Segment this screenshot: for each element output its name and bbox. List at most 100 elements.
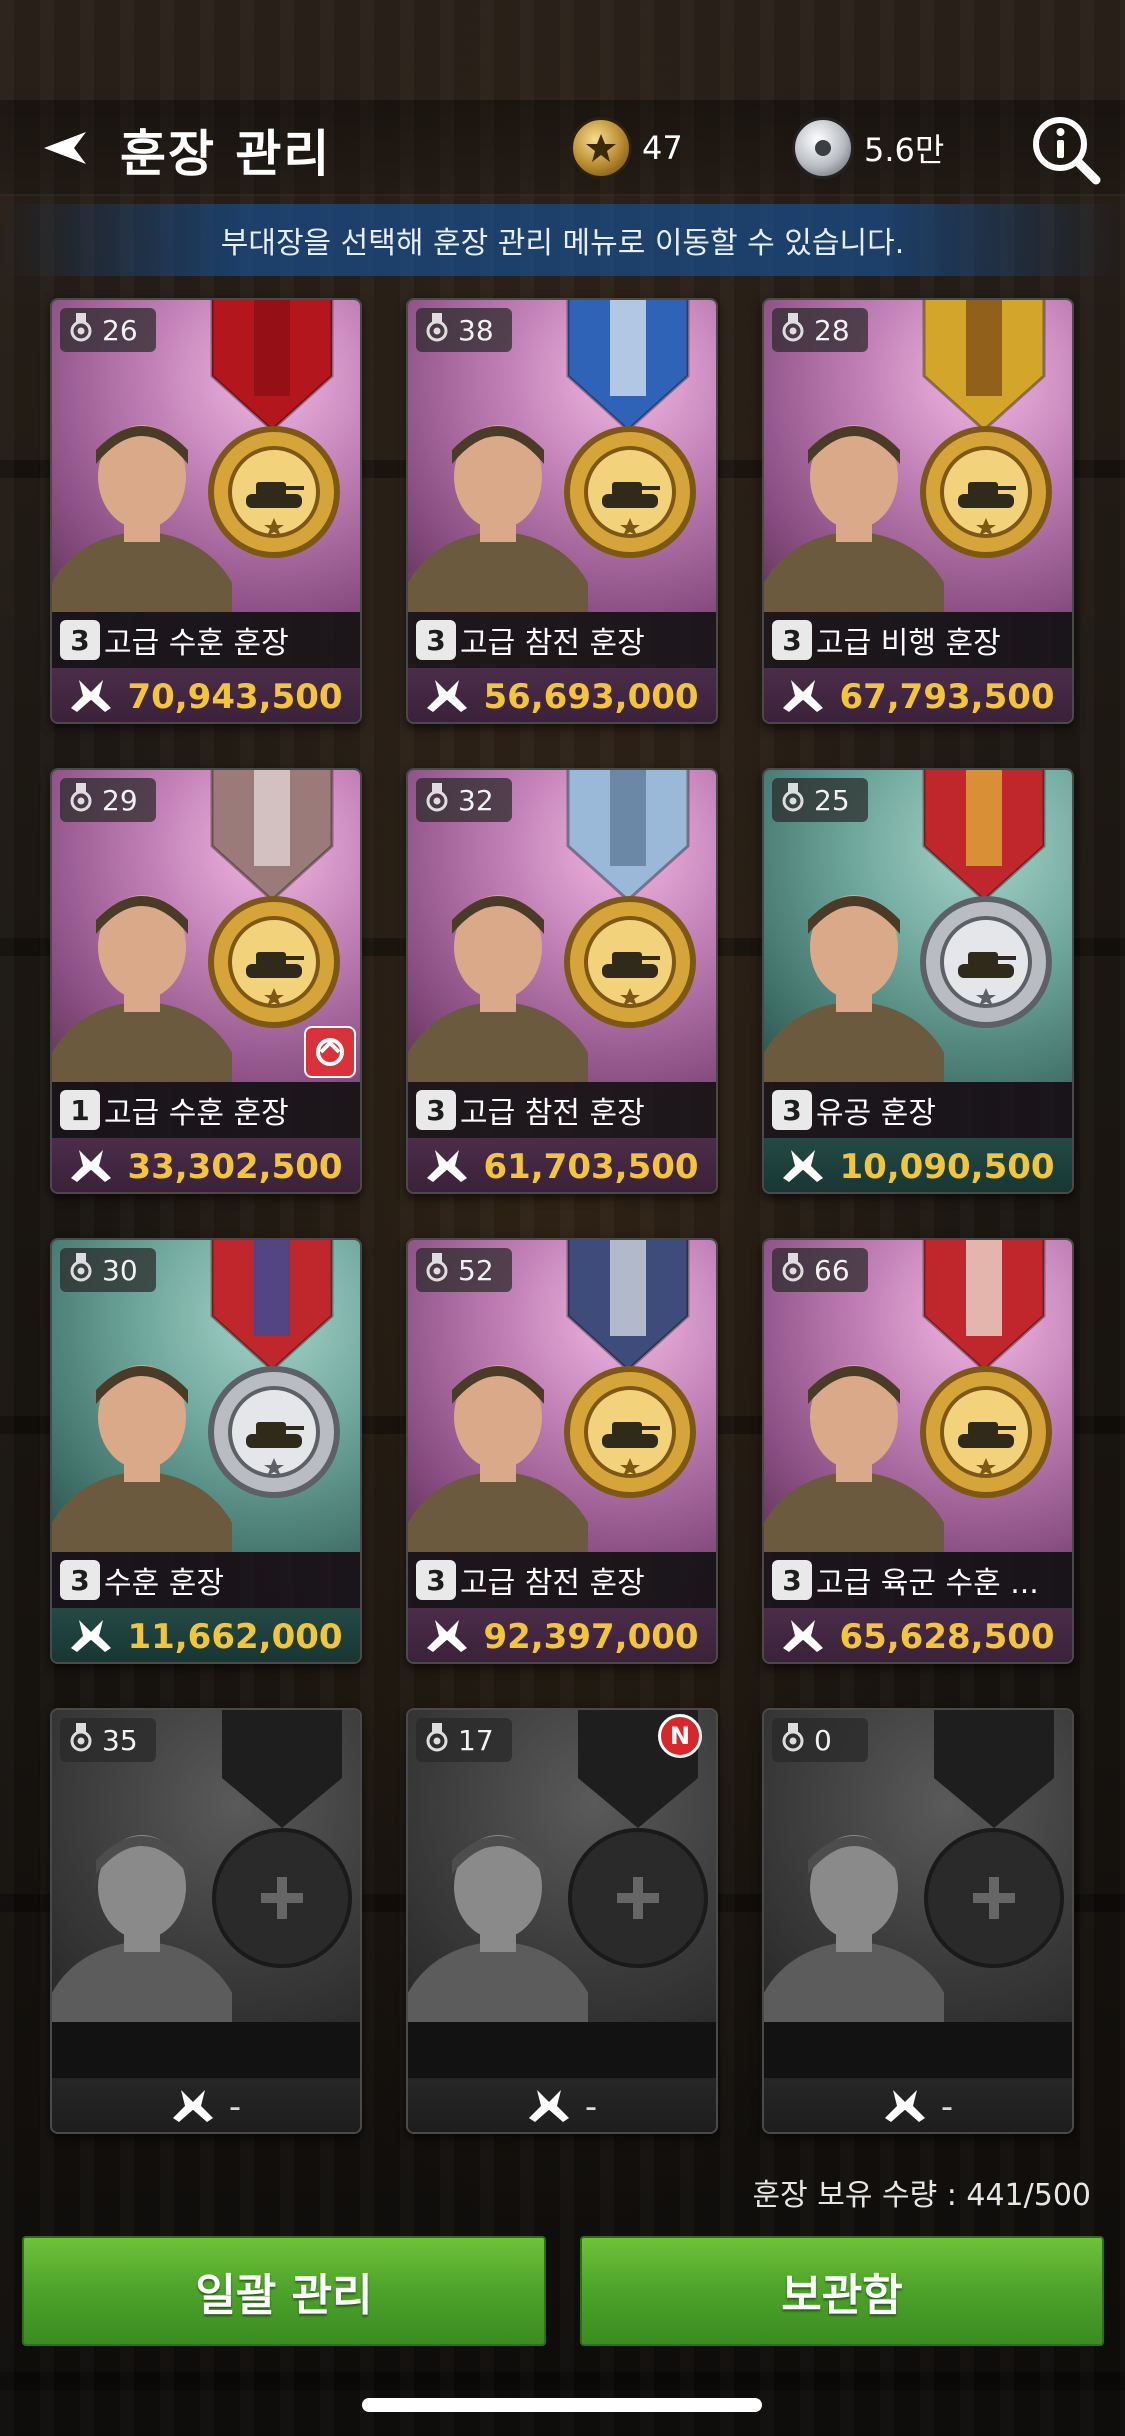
combat-power-bar: 61,703,500 bbox=[408, 1138, 716, 1192]
combat-power-bar: 56,693,000 bbox=[408, 668, 716, 722]
medal-art: 52 bbox=[408, 1240, 716, 1552]
medal-slot-icon bbox=[68, 1252, 94, 1289]
commander-level-badge: 30 bbox=[60, 1248, 156, 1292]
combat-power-bar: - bbox=[52, 2078, 360, 2132]
medal-slot-icon bbox=[68, 1722, 94, 1759]
hint-banner: 부대장을 선택해 훈장 관리 메뉴로 이동할 수 있습니다. bbox=[0, 204, 1125, 276]
commander-level: 26 bbox=[102, 313, 138, 347]
medal-art: 66 bbox=[764, 1240, 1072, 1552]
plus-icon bbox=[973, 1877, 1015, 1919]
combat-power-value: - bbox=[228, 2087, 242, 2127]
medal-name-bar: 3 고급 참전 훈장 bbox=[408, 1552, 716, 1608]
medal-emblem-icon bbox=[920, 426, 1052, 558]
commander-level: 32 bbox=[458, 783, 494, 817]
add-medal-button[interactable] bbox=[568, 1828, 708, 1968]
combat-power-value: 61,703,500 bbox=[483, 1147, 699, 1187]
medal-slot-icon bbox=[424, 1252, 450, 1289]
medal-card[interactable]: 26 3 고급 수훈 훈장 70,943,500 bbox=[50, 298, 362, 724]
combat-power-value: 11,662,000 bbox=[127, 1617, 343, 1657]
medal-art: 25 bbox=[764, 770, 1072, 1082]
commander-level: 17 bbox=[458, 1723, 494, 1757]
medal-card[interactable]: 25 3 유공 훈장 10,090,500 bbox=[762, 768, 1074, 1194]
medal-ribbon bbox=[566, 300, 690, 433]
combat-power-icon bbox=[883, 2088, 927, 2126]
empty-medal-slot-card[interactable]: 17 N - bbox=[406, 1708, 718, 2134]
medal-slot-icon bbox=[68, 782, 94, 819]
medal-card[interactable]: 29 1 고급 수훈 훈장 33,302,500 bbox=[50, 768, 362, 1194]
medal-count-label: 훈장 보유 수량 : 441/500 bbox=[752, 2178, 1091, 2213]
medal-grade-badge: 3 bbox=[416, 620, 456, 660]
medal-name-bar: 3 고급 참전 훈장 bbox=[408, 1082, 716, 1138]
medal-art: 17 N bbox=[408, 1710, 716, 2022]
add-medal-button[interactable] bbox=[924, 1828, 1064, 1968]
medal-name: 유공 훈장 bbox=[816, 1096, 936, 1131]
medal-ribbon bbox=[566, 1240, 690, 1373]
commander-level-badge: 26 bbox=[60, 308, 156, 352]
medal-art: 30 bbox=[52, 1240, 360, 1552]
medal-grade-badge: 3 bbox=[772, 1090, 812, 1130]
medal-name-bar: 3 수훈 훈장 bbox=[52, 1552, 360, 1608]
medal-card[interactable]: 28 3 고급 비행 훈장 67,793,500 bbox=[762, 298, 1074, 724]
bulk-manage-button[interactable]: 일괄 관리 bbox=[22, 2236, 546, 2346]
medal-slot-icon bbox=[780, 312, 806, 349]
empty-medal-slot-card[interactable]: 0 - bbox=[762, 1708, 1074, 2134]
medal-name: 고급 수훈 훈장 bbox=[104, 626, 289, 661]
combat-power-icon bbox=[69, 678, 113, 716]
commander-level-badge: 35 bbox=[60, 1718, 156, 1762]
medal-emblem-icon bbox=[920, 896, 1052, 1028]
medal-name: 고급 육군 수훈 ... bbox=[816, 1566, 1039, 1601]
medal-slot-icon bbox=[780, 782, 806, 819]
silver-medal-resource[interactable]: 5.6만 bbox=[792, 108, 944, 188]
empty-medal-slot-card[interactable]: 35 - bbox=[50, 1708, 362, 2134]
back-button[interactable] bbox=[36, 118, 96, 178]
combat-power-icon bbox=[69, 1618, 113, 1656]
medal-ribbon bbox=[566, 770, 690, 903]
combat-power-value: 56,693,000 bbox=[483, 677, 699, 717]
back-arrow-icon bbox=[44, 132, 86, 164]
storage-button[interactable]: 보관함 bbox=[580, 2236, 1104, 2346]
combat-power-value: 65,628,500 bbox=[839, 1617, 1055, 1657]
info-button[interactable] bbox=[1030, 114, 1102, 186]
medal-ribbon bbox=[922, 300, 1046, 433]
combat-power-icon bbox=[527, 2088, 571, 2126]
medal-name: 수훈 훈장 bbox=[104, 1566, 224, 1601]
commander-portrait bbox=[408, 1835, 588, 2022]
combat-power-bar: - bbox=[764, 2078, 1072, 2132]
medal-grade-badge: 3 bbox=[416, 1560, 456, 1600]
medal-card[interactable]: 52 3 고급 참전 훈장 92,397,000 bbox=[406, 1238, 718, 1664]
medal-card[interactable]: 38 3 고급 참전 훈장 56,693,000 bbox=[406, 298, 718, 724]
medal-card[interactable]: 30 3 수훈 훈장 11,662,000 bbox=[50, 1238, 362, 1664]
gold-medal-resource[interactable]: 47 bbox=[570, 108, 683, 188]
combat-power-value: 33,302,500 bbox=[127, 1147, 343, 1187]
medal-emblem-icon bbox=[208, 1366, 340, 1498]
medal-name: 고급 비행 훈장 bbox=[816, 626, 1001, 661]
combat-power-icon bbox=[69, 1148, 113, 1186]
commander-portrait bbox=[764, 1835, 944, 2022]
silver-medal-icon bbox=[792, 117, 854, 179]
medal-ribbon bbox=[210, 300, 334, 433]
gold-medal-icon bbox=[570, 117, 632, 179]
medal-card[interactable]: 66 3 고급 육군 수훈 ... 65,628,500 bbox=[762, 1238, 1074, 1664]
empty-ribbon-outline bbox=[934, 1710, 1054, 1828]
add-medal-button[interactable] bbox=[212, 1828, 352, 1968]
medal-name-bar: 3 유공 훈장 bbox=[764, 1082, 1072, 1138]
medal-slot-icon bbox=[780, 1722, 806, 1759]
medal-grade-badge: 1 bbox=[60, 1090, 100, 1130]
medal-ribbon bbox=[922, 770, 1046, 903]
gold-medal-count: 47 bbox=[642, 129, 683, 167]
combat-power-icon bbox=[171, 2088, 215, 2126]
top-bar: 훈장 관리 47 5.6만 bbox=[0, 100, 1125, 196]
medal-ribbon bbox=[922, 1240, 1046, 1373]
medal-emblem-icon bbox=[564, 426, 696, 558]
medal-emblem-icon bbox=[208, 896, 340, 1028]
combat-power-bar: 67,793,500 bbox=[764, 668, 1072, 722]
medal-card[interactable]: 32 3 고급 참전 훈장 61,703,500 bbox=[406, 768, 718, 1194]
combat-power-icon bbox=[425, 1618, 469, 1656]
medal-name-bar: 3 고급 비행 훈장 bbox=[764, 612, 1072, 668]
medal-art: 0 bbox=[764, 1710, 1072, 2022]
commander-level-badge: 52 bbox=[416, 1248, 512, 1292]
medal-name: 고급 참전 훈장 bbox=[460, 626, 645, 661]
commander-level-badge: 66 bbox=[772, 1248, 868, 1292]
commander-level-badge: 38 bbox=[416, 308, 512, 352]
combat-power-value: - bbox=[940, 2087, 954, 2127]
